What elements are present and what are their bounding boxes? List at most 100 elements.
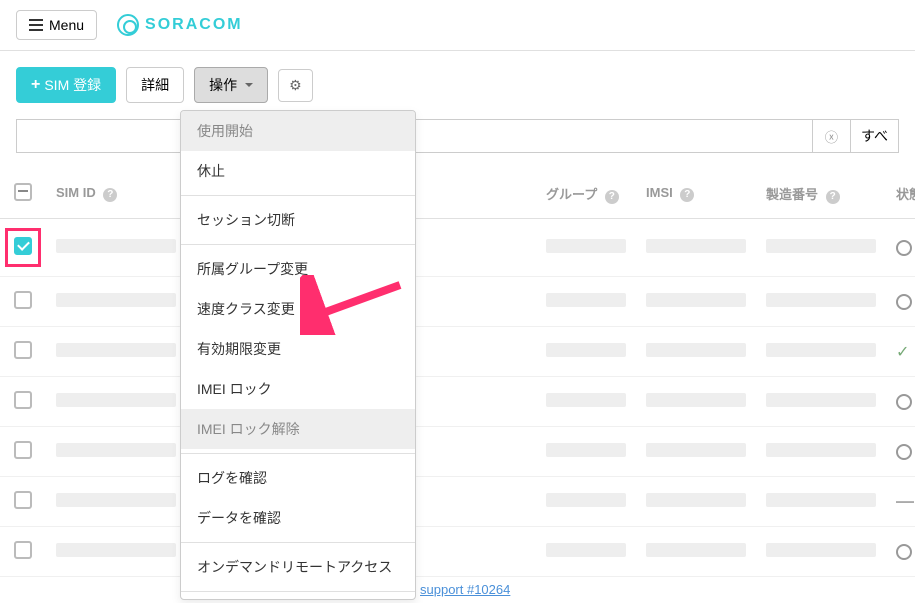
- row-checkbox[interactable]: [14, 441, 32, 459]
- select-all-checkbox[interactable]: [14, 183, 32, 201]
- imsi-cell: [646, 343, 746, 357]
- menu-button[interactable]: Menu: [16, 10, 97, 40]
- dropdown-item[interactable]: データを確認: [181, 498, 415, 538]
- table-row[interactable]: 使用中: [0, 377, 915, 427]
- table-row[interactable]: ✓準備完了: [0, 327, 915, 377]
- sim-id-cell: [56, 239, 176, 253]
- search-bar: ⓧ すべ: [16, 119, 899, 153]
- serial-cell: [766, 293, 876, 307]
- dropdown-item[interactable]: ログを確認: [181, 458, 415, 498]
- dropdown-item: 使用開始: [181, 111, 415, 151]
- status-cell: 使用中: [896, 238, 915, 258]
- imsi-cell: [646, 239, 746, 253]
- gear-icon: ⚙: [289, 77, 302, 94]
- status-cell: 使用中: [896, 442, 915, 462]
- clear-search-button[interactable]: ⓧ: [813, 119, 851, 153]
- imsi-cell: [646, 493, 746, 507]
- plus-icon: +: [31, 77, 40, 93]
- dropdown-separator: [181, 195, 415, 196]
- row-checkbox[interactable]: [14, 341, 32, 359]
- dropdown-item[interactable]: IMEI ロック: [181, 369, 415, 409]
- action-dropdown-button[interactable]: 操作: [194, 67, 268, 103]
- dropdown-separator: [181, 244, 415, 245]
- group-cell: [546, 293, 626, 307]
- status-cell: ✓準備完了: [896, 342, 915, 362]
- register-sim-button[interactable]: + SIM 登録: [16, 67, 116, 103]
- col-imsi[interactable]: IMSI ?: [636, 169, 756, 219]
- group-cell: [546, 443, 626, 457]
- imsi-cell: [646, 393, 746, 407]
- status-cell: 使用中: [896, 392, 915, 412]
- row-checkbox[interactable]: [14, 291, 32, 309]
- table-row[interactable]: 使用中: [0, 527, 915, 577]
- status-cell: 使用中: [896, 542, 915, 562]
- row-checkbox[interactable]: [14, 237, 32, 255]
- help-icon[interactable]: ?: [605, 190, 619, 204]
- brand-logo[interactable]: SORACOM: [117, 14, 243, 36]
- help-icon[interactable]: ?: [103, 188, 117, 202]
- status-cell: 使用中: [896, 292, 915, 312]
- sim-id-cell: [56, 443, 176, 457]
- dropdown-item[interactable]: 速度クラス変更: [181, 289, 415, 329]
- table-row[interactable]: 使用中: [0, 219, 915, 277]
- row-checkbox[interactable]: [14, 541, 32, 559]
- help-icon[interactable]: ?: [680, 188, 694, 202]
- row-checkbox[interactable]: [14, 391, 32, 409]
- filter-dropdown-button[interactable]: すべ: [851, 119, 899, 153]
- action-dropdown-menu: 使用開始休止セッション切断所属グループ変更速度クラス変更有効期限変更IMEI ロ…: [180, 110, 416, 600]
- settings-button[interactable]: ⚙: [278, 69, 313, 102]
- hamburger-icon: [29, 19, 43, 31]
- dropdown-separator: [181, 591, 415, 592]
- group-cell: [546, 543, 626, 557]
- serial-cell: [766, 443, 876, 457]
- register-label: SIM 登録: [44, 75, 101, 95]
- status-check-icon: ✓: [896, 342, 909, 362]
- sim-table: SIM ID ? グループ ? IMSI ? 製造番号 ? 状態 ?: [0, 169, 915, 577]
- col-status[interactable]: 状態 ?: [886, 169, 915, 219]
- dropdown-item[interactable]: 有効期限変更: [181, 329, 415, 369]
- imsi-cell: [646, 543, 746, 557]
- row-checkbox[interactable]: [14, 491, 32, 509]
- sim-id-cell: [56, 393, 176, 407]
- dropdown-separator: [181, 542, 415, 543]
- dropdown-item[interactable]: セッション切断: [181, 200, 415, 240]
- dropdown-separator: [181, 453, 415, 454]
- status-ring-icon: [896, 240, 912, 256]
- sim-id-cell: [56, 343, 176, 357]
- col-serial[interactable]: 製造番号 ?: [756, 169, 886, 219]
- toolbar: + SIM 登録 詳細 操作 ⚙: [0, 51, 915, 119]
- serial-cell: [766, 393, 876, 407]
- dropdown-item[interactable]: 解約プロテクション変更: [181, 596, 415, 600]
- dropdown-item: IMEI ロック解除: [181, 409, 415, 449]
- sim-id-cell: [56, 293, 176, 307]
- group-cell: [546, 393, 626, 407]
- app-header: Menu SORACOM: [0, 0, 915, 51]
- dropdown-item[interactable]: 休止: [181, 151, 415, 191]
- help-icon[interactable]: ?: [826, 190, 840, 204]
- table-row[interactable]: 使用中: [0, 277, 915, 327]
- sim-id-cell: [56, 493, 176, 507]
- serial-cell: [766, 493, 876, 507]
- group-cell: [546, 343, 626, 357]
- status-cell: —利用開始: [896, 491, 915, 512]
- serial-cell: [766, 343, 876, 357]
- status-ring-icon: [896, 544, 912, 560]
- serial-cell: [766, 239, 876, 253]
- dropdown-item[interactable]: 所属グループ変更: [181, 249, 415, 289]
- logo-icon: [117, 14, 139, 36]
- group-cell: [546, 239, 626, 253]
- status-ring-icon: [896, 394, 912, 410]
- status-ring-icon: [896, 294, 912, 310]
- table-row[interactable]: —利用開始: [0, 477, 915, 527]
- menu-label: Menu: [49, 17, 84, 33]
- table-row[interactable]: 使用中: [0, 427, 915, 477]
- sim-id-cell: [56, 543, 176, 557]
- detail-button[interactable]: 詳細: [126, 67, 184, 103]
- col-sim-id[interactable]: SIM ID ?: [46, 169, 186, 219]
- status-dash-icon: —: [896, 491, 914, 512]
- dropdown-item[interactable]: オンデマンドリモートアクセス: [181, 547, 415, 587]
- close-icon: ⓧ: [825, 127, 838, 146]
- support-link[interactable]: support #10264: [420, 582, 510, 597]
- status-ring-icon: [896, 444, 912, 460]
- brand-text: SORACOM: [145, 16, 243, 34]
